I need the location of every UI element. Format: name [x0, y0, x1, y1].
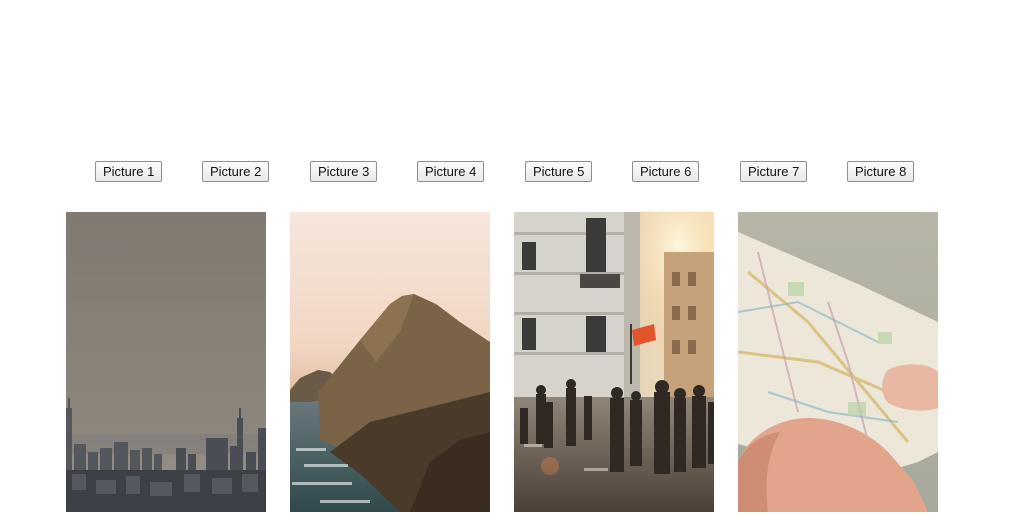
- picture-3-button[interactable]: Picture 3: [310, 161, 378, 182]
- city-skyline-photo: [66, 212, 266, 512]
- picture-8-button[interactable]: Picture 8: [847, 161, 915, 182]
- picture-2-button[interactable]: Picture 2: [202, 161, 270, 182]
- picture-5-button[interactable]: Picture 5: [525, 161, 593, 182]
- picture-7-button[interactable]: Picture 7: [740, 161, 808, 182]
- picture-4-button[interactable]: Picture 4: [417, 161, 485, 182]
- picture-button-row: Picture 1 Picture 2 Picture 3 Picture 4 …: [0, 161, 1020, 182]
- page: Picture 1 Picture 2 Picture 3 Picture 4 …: [0, 0, 1020, 520]
- picture-6-button[interactable]: Picture 6: [632, 161, 700, 182]
- street-crowd-photo: [514, 212, 714, 512]
- coastal-cliff-photo: [290, 212, 490, 512]
- image-gallery: [0, 212, 1020, 520]
- picture-1-button[interactable]: Picture 1: [95, 161, 163, 182]
- map-in-hand-photo: [738, 212, 938, 512]
